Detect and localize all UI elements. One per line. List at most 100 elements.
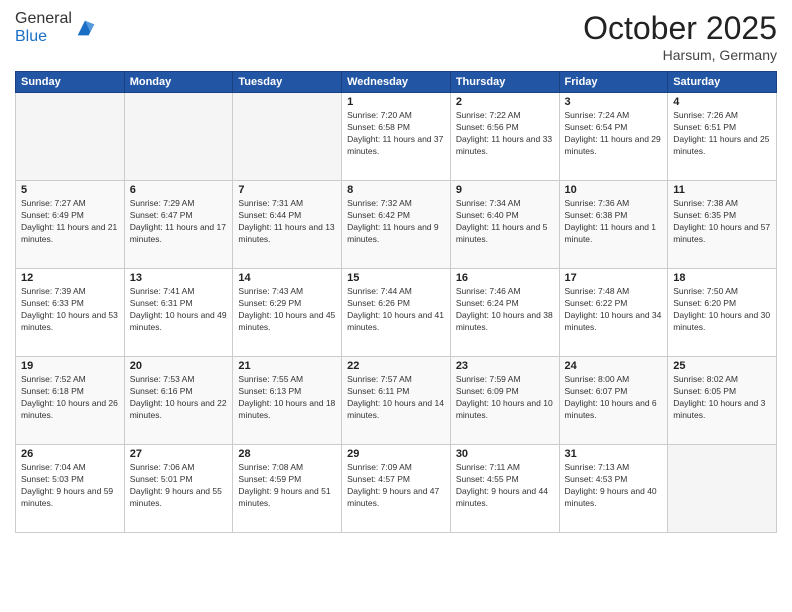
- day-info: Sunrise: 7:48 AM Sunset: 6:22 PM Dayligh…: [565, 286, 663, 334]
- day-info: Sunrise: 8:02 AM Sunset: 6:05 PM Dayligh…: [673, 374, 771, 422]
- day-info: Sunrise: 7:38 AM Sunset: 6:35 PM Dayligh…: [673, 198, 771, 246]
- table-row: 4 Sunrise: 7:26 AM Sunset: 6:51 PM Daylig…: [668, 93, 777, 181]
- day-number: 22: [347, 360, 445, 372]
- col-monday: Monday: [124, 72, 233, 93]
- col-tuesday: Tuesday: [233, 72, 342, 93]
- day-number: 21: [238, 360, 336, 372]
- table-row: 30 Sunrise: 7:11 AM Sunset: 4:55 PM Dayli…: [450, 445, 559, 533]
- day-info: Sunrise: 7:06 AM Sunset: 5:01 PM Dayligh…: [130, 462, 228, 510]
- day-info: Sunrise: 7:39 AM Sunset: 6:33 PM Dayligh…: [21, 286, 119, 334]
- day-number: 30: [456, 448, 554, 460]
- day-number: 27: [130, 448, 228, 460]
- table-row: 3 Sunrise: 7:24 AM Sunset: 6:54 PM Daylig…: [559, 93, 668, 181]
- calendar-week-row: 5 Sunrise: 7:27 AM Sunset: 6:49 PM Daylig…: [16, 181, 777, 269]
- table-row: 28 Sunrise: 7:08 AM Sunset: 4:59 PM Dayli…: [233, 445, 342, 533]
- location: Harsum, Germany: [583, 47, 777, 63]
- day-number: 31: [565, 448, 663, 460]
- day-info: Sunrise: 7:57 AM Sunset: 6:11 PM Dayligh…: [347, 374, 445, 422]
- day-number: 20: [130, 360, 228, 372]
- day-info: Sunrise: 7:59 AM Sunset: 6:09 PM Dayligh…: [456, 374, 554, 422]
- day-number: 14: [238, 272, 336, 284]
- day-info: Sunrise: 8:00 AM Sunset: 6:07 PM Dayligh…: [565, 374, 663, 422]
- logo-block: General Blue: [15, 10, 96, 46]
- table-row: 27 Sunrise: 7:06 AM Sunset: 5:01 PM Dayli…: [124, 445, 233, 533]
- day-info: Sunrise: 7:22 AM Sunset: 6:56 PM Dayligh…: [456, 110, 554, 158]
- day-number: 11: [673, 184, 771, 196]
- day-number: 16: [456, 272, 554, 284]
- day-number: 2: [456, 96, 554, 108]
- table-row: 16 Sunrise: 7:46 AM Sunset: 6:24 PM Dayli…: [450, 269, 559, 357]
- table-row: 19Sunrise: 7:52 AM Sunset: 6:18 PM Dayli…: [16, 357, 125, 445]
- table-row: 20 Sunrise: 7:53 AM Sunset: 6:16 PM Dayli…: [124, 357, 233, 445]
- day-info: Sunrise: 7:44 AM Sunset: 6:26 PM Dayligh…: [347, 286, 445, 334]
- table-row: 7 Sunrise: 7:31 AM Sunset: 6:44 PM Daylig…: [233, 181, 342, 269]
- day-number: 26: [21, 448, 119, 460]
- table-row: [233, 93, 342, 181]
- day-number: 29: [347, 448, 445, 460]
- day-number: 1: [347, 96, 445, 108]
- day-number: 17: [565, 272, 663, 284]
- day-number: 8: [347, 184, 445, 196]
- col-saturday: Saturday: [668, 72, 777, 93]
- table-row: 18Sunrise: 7:50 AM Sunset: 6:20 PM Dayli…: [668, 269, 777, 357]
- header: General Blue October 2025 Harsum, German…: [15, 10, 777, 63]
- day-info: Sunrise: 7:24 AM Sunset: 6:54 PM Dayligh…: [565, 110, 663, 158]
- table-row: 2 Sunrise: 7:22 AM Sunset: 6:56 PM Daylig…: [450, 93, 559, 181]
- day-number: 13: [130, 272, 228, 284]
- table-row: 13 Sunrise: 7:41 AM Sunset: 6:31 PM Dayli…: [124, 269, 233, 357]
- day-info: Sunrise: 7:11 AM Sunset: 4:55 PM Dayligh…: [456, 462, 554, 510]
- table-row: 14 Sunrise: 7:43 AM Sunset: 6:29 PM Dayli…: [233, 269, 342, 357]
- table-row: 29Sunrise: 7:09 AM Sunset: 4:57 PM Dayli…: [342, 445, 451, 533]
- logo-text: General Blue: [15, 10, 72, 46]
- day-info: Sunrise: 7:41 AM Sunset: 6:31 PM Dayligh…: [130, 286, 228, 334]
- day-number: 4: [673, 96, 771, 108]
- table-row: 26Sunrise: 7:04 AM Sunset: 5:03 PM Dayli…: [16, 445, 125, 533]
- day-info: Sunrise: 7:32 AM Sunset: 6:42 PM Dayligh…: [347, 198, 445, 246]
- day-info: Sunrise: 7:29 AM Sunset: 6:47 PM Dayligh…: [130, 198, 228, 246]
- day-info: Sunrise: 7:53 AM Sunset: 6:16 PM Dayligh…: [130, 374, 228, 422]
- table-row: 5 Sunrise: 7:27 AM Sunset: 6:49 PM Daylig…: [16, 181, 125, 269]
- table-row: 8 Sunrise: 7:32 AM Sunset: 6:42 PM Daylig…: [342, 181, 451, 269]
- table-row: 15Sunrise: 7:44 AM Sunset: 6:26 PM Dayli…: [342, 269, 451, 357]
- day-number: 9: [456, 184, 554, 196]
- table-row: 23Sunrise: 7:59 AM Sunset: 6:09 PM Dayli…: [450, 357, 559, 445]
- day-number: 28: [238, 448, 336, 460]
- table-row: 11 Sunrise: 7:38 AM Sunset: 6:35 PM Dayli…: [668, 181, 777, 269]
- day-number: 3: [565, 96, 663, 108]
- calendar-week-row: 12 Sunrise: 7:39 AM Sunset: 6:33 PM Dayli…: [16, 269, 777, 357]
- calendar-week-row: 1Sunrise: 7:20 AM Sunset: 6:58 PM Daylig…: [16, 93, 777, 181]
- col-sunday: Sunday: [16, 72, 125, 93]
- day-info: Sunrise: 7:34 AM Sunset: 6:40 PM Dayligh…: [456, 198, 554, 246]
- col-wednesday: Wednesday: [342, 72, 451, 93]
- day-info: Sunrise: 7:46 AM Sunset: 6:24 PM Dayligh…: [456, 286, 554, 334]
- day-number: 18: [673, 272, 771, 284]
- day-info: Sunrise: 7:36 AM Sunset: 6:38 PM Dayligh…: [565, 198, 663, 246]
- day-info: Sunrise: 7:26 AM Sunset: 6:51 PM Dayligh…: [673, 110, 771, 158]
- day-info: Sunrise: 7:31 AM Sunset: 6:44 PM Dayligh…: [238, 198, 336, 246]
- table-row: 10Sunrise: 7:36 AM Sunset: 6:38 PM Dayli…: [559, 181, 668, 269]
- day-info: Sunrise: 7:08 AM Sunset: 4:59 PM Dayligh…: [238, 462, 336, 510]
- day-number: 25: [673, 360, 771, 372]
- day-number: 7: [238, 184, 336, 196]
- table-row: [668, 445, 777, 533]
- table-row: 12 Sunrise: 7:39 AM Sunset: 6:33 PM Dayli…: [16, 269, 125, 357]
- col-thursday: Thursday: [450, 72, 559, 93]
- table-row: 9 Sunrise: 7:34 AM Sunset: 6:40 PM Daylig…: [450, 181, 559, 269]
- day-number: 24: [565, 360, 663, 372]
- day-info: Sunrise: 7:27 AM Sunset: 6:49 PM Dayligh…: [21, 198, 119, 246]
- day-number: 12: [21, 272, 119, 284]
- day-number: 5: [21, 184, 119, 196]
- table-row: 22 Sunrise: 7:57 AM Sunset: 6:11 PM Dayli…: [342, 357, 451, 445]
- day-info: Sunrise: 7:43 AM Sunset: 6:29 PM Dayligh…: [238, 286, 336, 334]
- table-row: 17 Sunrise: 7:48 AM Sunset: 6:22 PM Dayli…: [559, 269, 668, 357]
- calendar-header-row: Sunday Monday Tuesday Wednesday Thursday…: [16, 72, 777, 93]
- calendar-table: Sunday Monday Tuesday Wednesday Thursday…: [15, 71, 777, 533]
- page: General Blue October 2025 Harsum, German…: [0, 0, 792, 612]
- table-row: 31 Sunrise: 7:13 AM Sunset: 4:53 PM Dayli…: [559, 445, 668, 533]
- day-info: Sunrise: 7:52 AM Sunset: 6:18 PM Dayligh…: [21, 374, 119, 422]
- table-row: 6Sunrise: 7:29 AM Sunset: 6:47 PM Daylig…: [124, 181, 233, 269]
- day-info: Sunrise: 7:13 AM Sunset: 4:53 PM Dayligh…: [565, 462, 663, 510]
- table-row: 25 Sunrise: 8:02 AM Sunset: 6:05 PM Dayli…: [668, 357, 777, 445]
- calendar-week-row: 26Sunrise: 7:04 AM Sunset: 5:03 PM Dayli…: [16, 445, 777, 533]
- calendar-week-row: 19Sunrise: 7:52 AM Sunset: 6:18 PM Dayli…: [16, 357, 777, 445]
